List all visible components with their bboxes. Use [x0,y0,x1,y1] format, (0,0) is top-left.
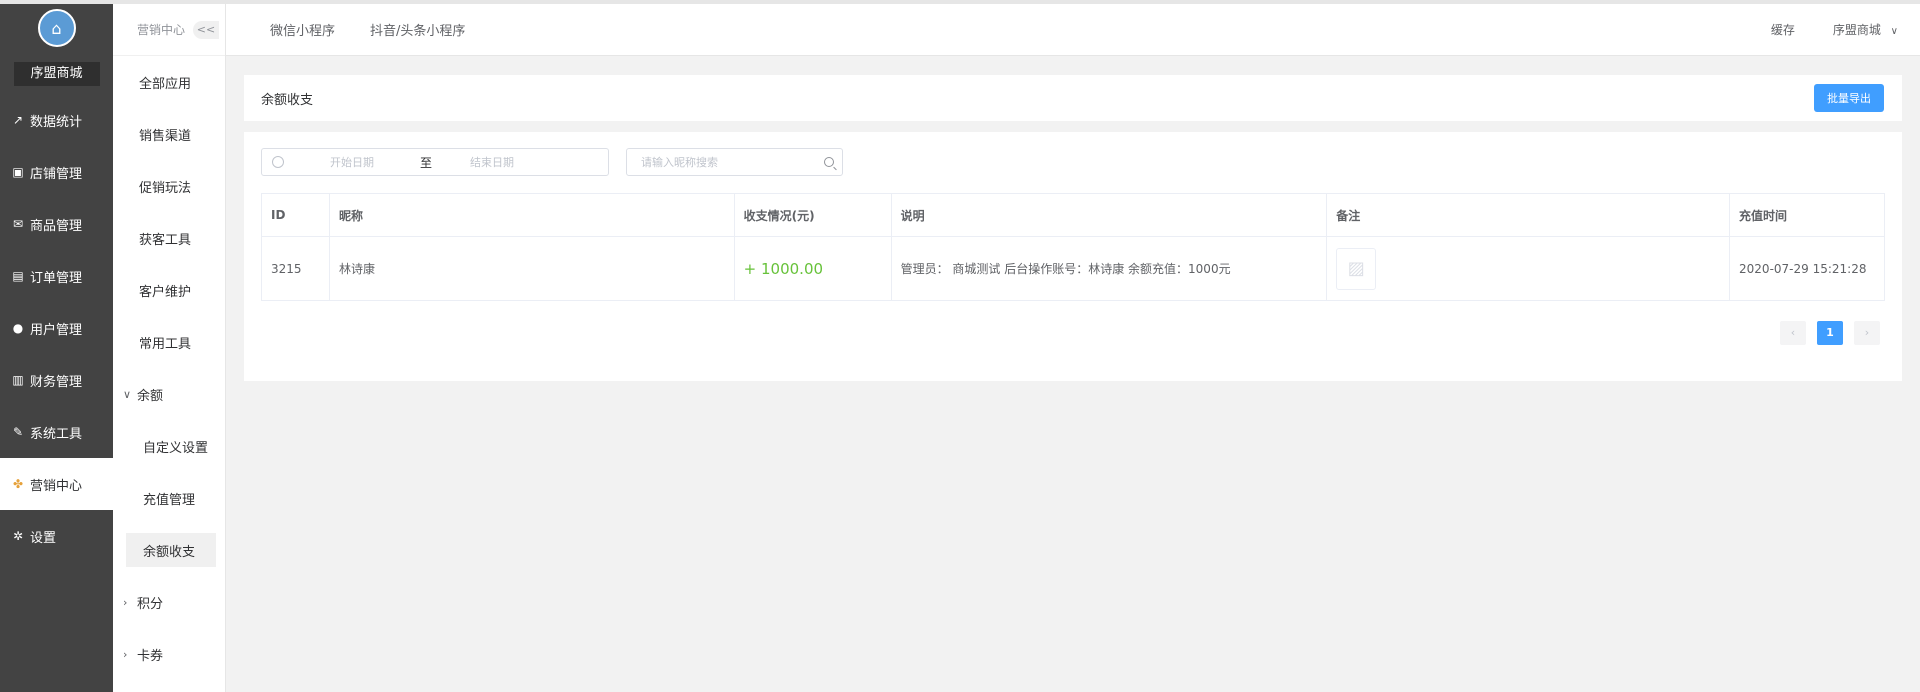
submenu-item-recharge[interactable]: 充值管理 [113,472,225,524]
cell-id: 3215 [261,236,330,301]
gear-icon: ✲ [12,529,24,543]
sidebar-item-goods[interactable]: ✉ 商品管理 [0,198,113,250]
submenu-item-balance-flow[interactable]: 余额收支 [126,533,216,567]
page-title: 余额收支 [261,92,314,108]
cell-remark: ▨ [1326,236,1731,301]
sidebar-item-label: 订单管理 [30,270,83,286]
cell-nickname: 林诗康 [328,236,735,301]
chart-line-icon: ↗ [12,113,24,127]
submenu-group-coupons[interactable]: › 卡券 [113,628,225,680]
page-title-bar: 余额收支 批量导出 [244,75,1902,121]
table-row: 3215 林诗康 + 1000.00 管理员： 商城测试 后台操作账号：林诗康 … [261,236,1885,301]
page-number-button[interactable]: 1 [1817,321,1843,345]
sidebar-item-label: 商品管理 [30,218,83,234]
sidebar-item-tools[interactable]: ✎ 系统工具 [0,406,113,458]
inbox-icon: ✉ [12,217,24,231]
store-icon: ▣ [12,165,24,179]
sidebar-item-label: 系统工具 [30,426,83,442]
submenu-group-balance[interactable]: ∨ 余额 [113,368,225,420]
chevron-down-icon: ∨ [1890,26,1898,37]
user-name: 序盟商城 [1832,23,1881,37]
nickname-search-box [626,148,843,176]
sidebar-item-orders[interactable]: ▤ 订单管理 [0,250,113,302]
column-header-description: 说明 [890,193,1328,237]
column-header-amount: 收支情况(元) [733,193,892,237]
sidebar-item-store[interactable]: ▣ 店铺管理 [0,146,113,198]
shop-name: 序盟商城 [13,62,100,86]
submenu-item-common-tools[interactable]: 常用工具 [113,316,225,368]
column-header-nickname: 昵称 [328,193,735,237]
sidebar-item-finance[interactable]: ▥ 财务管理 [0,354,113,406]
sidebar-item-marketing[interactable]: ✤ 营销中心 [0,458,113,510]
wallet-icon: ▥ [12,373,24,387]
sidebar-item-label: 用户管理 [30,322,83,338]
end-date-input[interactable]: 结束日期 [470,154,570,170]
pagination: ‹ 1 › [1769,321,1880,345]
sidebar-item-users[interactable]: ● 用户管理 [0,302,113,354]
user-icon: ● [12,321,24,335]
main-nav: ↗ 数据统计 ▣ 店铺管理 ✉ 商品管理 ▤ 订单管理 ● 用户管理 ▥ 财务管… [0,94,113,562]
wrench-icon: ✎ [12,425,24,439]
balance-flow-panel: 开始日期 至 结束日期 ID 昵称 收支情况(元) 说明 备注 充值时间 [244,132,1902,381]
chevron-right-icon: › [123,647,128,661]
cell-time: 2020-07-29 15:21:28 [1729,236,1885,301]
sidebar-item-label: 营销中心 [30,478,83,494]
sidebar-item-label: 财务管理 [30,374,83,390]
order-list-icon: ▤ [12,269,24,283]
tab-douyin-miniapp[interactable]: 抖音/头条小程序 [370,20,465,39]
search-icon[interactable] [824,157,834,167]
batch-export-button[interactable]: 批量导出 [1814,84,1884,112]
submenu-item-promotions[interactable]: 促销玩法 [113,160,225,212]
submenu-title: 营销中心 [137,23,186,37]
main-sidebar: ⌂ 序盟商城 ↗ 数据统计 ▣ 店铺管理 ✉ 商品管理 ▤ 订单管理 ● 用户管… [0,4,113,692]
chevron-right-icon: › [123,595,128,609]
tab-wechat-miniapp[interactable]: 微信小程序 [270,20,335,39]
clock-icon [272,156,284,168]
submenu-group-label: 卡券 [137,648,164,664]
sidebar-item-label: 设置 [30,530,57,546]
chevron-down-icon: ∨ [123,387,132,401]
submenu-item-all-apps[interactable]: 全部应用 [113,56,225,108]
sidebar-item-label: 店铺管理 [30,166,83,182]
balance-flow-table: ID 昵称 收支情况(元) 说明 备注 充值时间 3215 林诗康 + 1000… [261,193,1885,301]
sub-sidebar-header: 营销中心 << [113,4,225,56]
column-header-time: 充值时间 [1729,193,1885,237]
submenu-group-label: 积分 [137,596,164,612]
sub-sidebar: 营销中心 << 全部应用 销售渠道 促销玩法 获客工具 客户维护 常用工具 ∨ … [113,4,226,692]
nickname-search-input[interactable] [641,155,811,169]
submenu-group-points[interactable]: › 积分 [113,576,225,628]
user-menu[interactable]: 序盟商城 ∨ [1833,21,1898,38]
cell-amount: + 1000.00 [733,236,892,301]
submenu-item-sales-channels[interactable]: 销售渠道 [113,108,225,160]
sidebar-item-data-stats[interactable]: ↗ 数据统计 [0,94,113,146]
sidebar-item-settings[interactable]: ✲ 设置 [0,510,113,562]
cache-button[interactable]: 缓存 [1771,21,1795,38]
submenu-item-custom-settings[interactable]: 自定义设置 [113,420,225,472]
column-header-id: ID [261,193,330,237]
marketing-icon: ✤ [12,477,24,491]
filter-bar: 开始日期 至 结束日期 [261,148,843,176]
table-header-row: ID 昵称 收支情况(元) 说明 备注 充值时间 [261,193,1885,237]
start-date-input[interactable]: 开始日期 [330,154,420,170]
collapse-button[interactable]: << [193,20,220,39]
date-separator: 至 [420,155,433,170]
top-header: 微信小程序 抖音/头条小程序 缓存 序盟商城 ∨ [226,4,1920,56]
next-page-button[interactable]: › [1854,321,1880,345]
store-logo-icon[interactable]: ⌂ [37,9,76,47]
sidebar-item-label: 数据统计 [30,114,83,130]
submenu-item-customer-care[interactable]: 客户维护 [113,264,225,316]
submenu-group-label: 余额 [137,388,164,404]
date-range-picker[interactable]: 开始日期 至 结束日期 [261,148,609,176]
submenu-item-acquisition[interactable]: 获客工具 [113,212,225,264]
cell-description: 管理员： 商城测试 后台操作账号：林诗康 余额充值：1000元 [890,236,1328,301]
prev-page-button[interactable]: ‹ [1780,321,1806,345]
column-header-remark: 备注 [1326,193,1731,237]
image-placeholder-icon: ▨ [1336,247,1377,290]
